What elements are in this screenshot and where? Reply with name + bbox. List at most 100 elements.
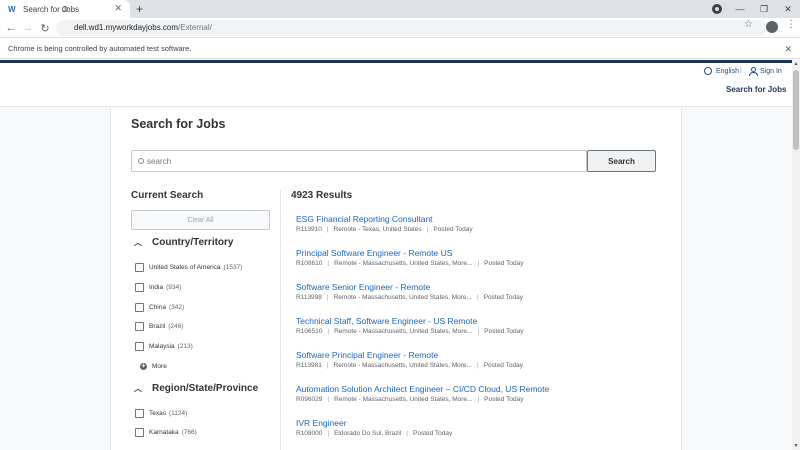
job-location: Remote - Massachusetts, United States, M… — [333, 294, 472, 301]
browser-menu-icon[interactable]: ⋮ — [786, 19, 796, 30]
job-posted: Posted Today — [433, 226, 473, 233]
browser-toolbar: ← → ↻ dell.wd1.myworkdayjobs.com/Externa… — [0, 18, 800, 38]
job-location: Remote - Massachusetts, United States, M… — [334, 396, 473, 403]
reload-icon[interactable]: ↻ — [37, 19, 53, 37]
page-title: Search for Jobs — [131, 117, 226, 131]
search-icon — [138, 158, 144, 164]
facet-option-count: (213) — [177, 343, 193, 350]
job-title-link[interactable]: Software Principal Engineer - Remote — [296, 350, 656, 360]
facet-option[interactable]: Brazil (246) — [135, 322, 183, 331]
site-info-icon[interactable] — [62, 6, 68, 12]
job-posted: Posted Today — [484, 260, 524, 267]
address-bar[interactable]: dell.wd1.myworkdayjobs.com/External/ — [56, 20, 766, 36]
current-search-heading: Current Search — [131, 190, 204, 201]
sign-in-link[interactable]: Sign In — [749, 67, 782, 76]
job-location: Eldorado Do Sul, Brazil — [334, 430, 402, 437]
more-countries-button[interactable]: + More — [140, 363, 167, 370]
page-scrollbar[interactable]: ▲ ▼ — [792, 60, 800, 450]
results-count: 4923 Results — [291, 190, 353, 201]
job-posted: Posted Today — [484, 328, 524, 335]
facet-option[interactable]: China (342) — [135, 303, 184, 312]
tab-close-icon[interactable]: ✕ — [114, 4, 122, 13]
job-posted: Posted Today — [483, 294, 523, 301]
back-icon[interactable]: ← — [3, 19, 19, 37]
restore-icon[interactable]: ❐ — [754, 0, 774, 18]
job-title-link[interactable]: IVR Engineer — [296, 418, 656, 428]
checkbox[interactable] — [135, 428, 144, 437]
facet-option[interactable]: United States of America (1537) — [135, 263, 242, 272]
meta-separator: | — [426, 226, 429, 233]
job-title-link[interactable]: Technical Staff, Software Engineer - US … — [296, 316, 656, 326]
job-listing: Automation Solution Architect Engineer –… — [296, 384, 656, 403]
chevron-up-icon: ︿ — [134, 238, 142, 247]
facet-option-label: Texas — [149, 410, 166, 417]
job-meta: R108610 | Remote - Massachusetts, United S… — [296, 260, 656, 267]
chevron-up-icon: ︿ — [134, 384, 142, 393]
facet-option[interactable]: Texas (1124) — [135, 409, 187, 418]
job-meta: R113910 | Remote - Texas, United States | Po… — [296, 226, 656, 233]
meta-separator: | — [326, 226, 329, 233]
scroll-down-icon[interactable]: ▼ — [792, 442, 800, 450]
language-selector[interactable]: English — [704, 67, 739, 75]
job-title-link[interactable]: Software Senior Engineer - Remote — [296, 282, 656, 292]
language-label: English — [716, 67, 739, 75]
facet-option-label: India — [149, 284, 164, 291]
minimize-icon[interactable]: — — [730, 0, 750, 18]
checkbox[interactable] — [135, 322, 144, 331]
facet-option-count: (934) — [166, 284, 182, 291]
clear-all-button[interactable]: Clear All — [131, 210, 270, 230]
window-close-icon[interactable]: ✕ — [778, 0, 798, 18]
job-title-link[interactable]: Automation Solution Architect Engineer –… — [296, 384, 656, 394]
meta-separator: | — [477, 396, 480, 403]
job-title-link[interactable]: Principal Software Engineer - Remote US — [296, 248, 656, 258]
workday-favicon-icon: W — [8, 4, 16, 14]
meta-separator: | — [327, 430, 330, 437]
region-facet-heading: Region/State/Province — [152, 383, 259, 394]
region-facet-toggle[interactable]: ︿ Region/State/Province — [131, 383, 258, 394]
column-divider — [280, 190, 281, 450]
job-location: Remote - Texas, United States — [333, 226, 422, 233]
search-button[interactable]: Search — [587, 150, 656, 172]
country-facet-toggle[interactable]: ︿ Country/Territory — [131, 237, 234, 248]
url-host: dell.wd1.myworkdayjobs.com — [74, 23, 179, 32]
job-meta: R106510 | Remote - Massachusetts, United S… — [296, 328, 656, 335]
job-id: R108000 — [296, 430, 323, 437]
job-id: R108610 — [296, 260, 323, 267]
meta-separator: | — [477, 260, 480, 267]
header-separator: | — [740, 67, 742, 74]
new-tab-button[interactable]: + — [136, 2, 143, 16]
job-title-link[interactable]: ESG Financial Reporting Consultant — [296, 214, 656, 224]
bookmark-star-icon[interactable]: ☆ — [744, 19, 753, 30]
job-location: Remote - Massachusetts, United States, M… — [334, 260, 473, 267]
job-listing: Technical Staff, Software Engineer - US … — [296, 316, 656, 335]
facet-option[interactable]: Malaysia (213) — [135, 342, 193, 351]
facet-option-label: Karnataka — [149, 429, 179, 436]
automation-infobar: Chrome is being controlled by automated … — [0, 39, 800, 59]
facet-option-label: China — [149, 304, 166, 311]
checkbox[interactable] — [135, 342, 144, 351]
job-id: R113910 — [296, 226, 322, 233]
facet-option[interactable]: Karnataka (766) — [135, 428, 197, 437]
search-for-jobs-link[interactable]: Search for Jobs — [726, 85, 786, 94]
facet-option-count: (342) — [168, 304, 185, 311]
job-location: Remote - Massachusetts, United States, M… — [334, 328, 473, 335]
checkbox[interactable] — [135, 263, 144, 272]
scroll-up-icon[interactable]: ▲ — [792, 60, 800, 68]
job-meta: R108000 | Eldorado Do Sul, Brazil | Posted T… — [296, 430, 656, 437]
meta-separator: | — [477, 328, 480, 335]
url-path: /External/ — [178, 23, 212, 32]
profile-recording-icon[interactable] — [712, 4, 722, 14]
job-posted: Posted Today — [413, 430, 453, 437]
scrollbar-thumb[interactable] — [793, 70, 799, 150]
forward-icon[interactable]: → — [20, 19, 36, 37]
job-listing: Principal Software Engineer - Remote US … — [296, 248, 656, 267]
facet-option-count: (1537) — [223, 264, 243, 271]
checkbox[interactable] — [135, 409, 144, 418]
infobar-close-icon[interactable]: ✕ — [784, 39, 792, 59]
checkbox[interactable] — [135, 283, 144, 292]
account-avatar[interactable] — [766, 21, 778, 33]
job-listing: ESG Financial Reporting Consultant R1139… — [296, 214, 656, 233]
checkbox[interactable] — [135, 303, 144, 312]
facet-option[interactable]: India (934) — [135, 283, 181, 292]
search-input[interactable] — [131, 150, 587, 172]
